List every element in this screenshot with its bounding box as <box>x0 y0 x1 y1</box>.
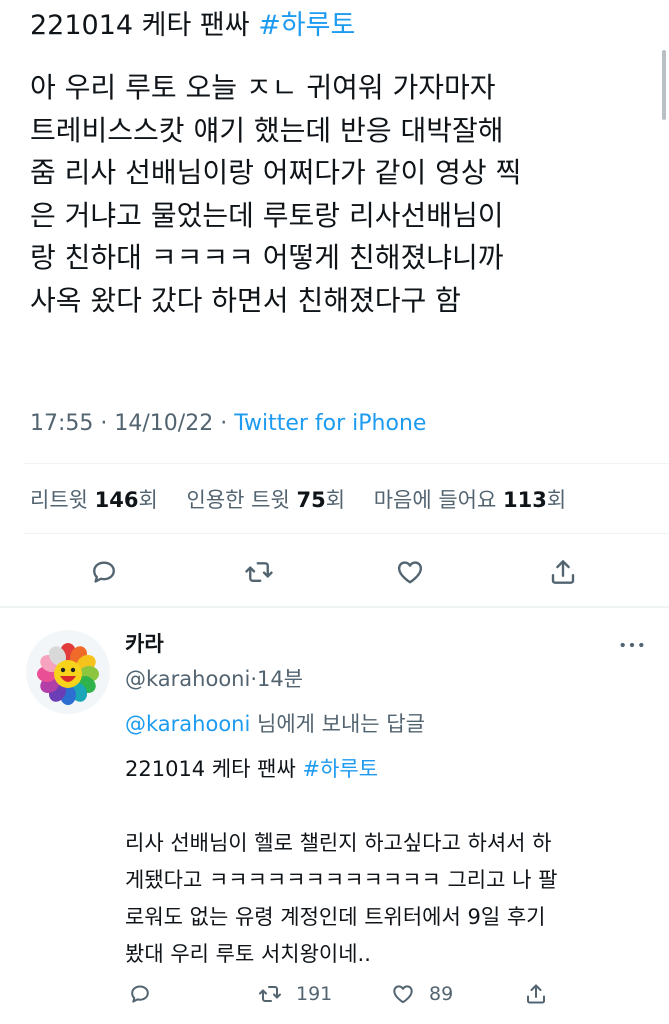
divider <box>24 533 669 534</box>
reply-text: 리사 선배님이 헬로 챌린지 하고싶다고 하셔서 하 게됐다고 ㅋㅋㅋㅋㅋㅋㅋㅋ… <box>125 831 558 966</box>
meta-separator: · <box>213 411 235 436</box>
tweet-title-text: 221014 케타 팬싸 <box>30 10 259 41</box>
reply-icon <box>93 561 115 583</box>
quote-unit: 회 <box>325 488 346 512</box>
reply-icon <box>131 985 149 1003</box>
reply-hashtag-link[interactable]: #하루토 <box>302 757 378 781</box>
heart-icon <box>393 985 413 1004</box>
reply-share-button[interactable] <box>524 976 548 1012</box>
tweet-time[interactable]: 17:55 <box>30 411 93 436</box>
retweet-count: 146 <box>94 488 139 512</box>
reply-retweet-count: 191 <box>296 983 333 1005</box>
retweet-button[interactable] <box>237 552 281 592</box>
tweet-actions <box>0 552 669 592</box>
heart-icon <box>397 561 423 584</box>
tweet-source-link[interactable]: Twitter for iPhone <box>234 411 426 436</box>
like-button[interactable] <box>388 552 432 592</box>
quote-stat[interactable]: 인용한 트윗 75회 <box>187 488 346 512</box>
quote-count: 75 <box>296 488 326 512</box>
reply-like-button[interactable]: 89 <box>391 976 453 1012</box>
time-separator: · <box>250 667 258 691</box>
share-icon <box>527 984 545 1004</box>
scrollbar-thumb[interactable] <box>662 50 666 120</box>
quote-stat-label: 인용한 트윗 <box>186 488 297 512</box>
tweet-text: 아 우리 루토 오늘 ㅈㄴ 귀여워 가자마자 트레비스스캇 얘기 했는데 반응 … <box>30 71 522 317</box>
reply-author-meta: @karahooni·14분 <box>125 662 303 696</box>
replying-to: @karahooni 님에게 보내는 답글 <box>125 707 425 741</box>
hashtag-link[interactable]: #하루토 <box>258 10 355 41</box>
divider <box>24 463 669 464</box>
share-button[interactable] <box>541 552 585 592</box>
reply-author-name[interactable]: 카라 <box>125 628 164 660</box>
tweet-meta: 17:55 · 14/10/22 · Twitter for iPhone <box>30 406 426 442</box>
section-divider <box>0 606 669 608</box>
flower-avatar-icon <box>37 643 99 705</box>
like-stat-label: 마음에 들어요 <box>373 488 503 512</box>
share-icon <box>551 560 575 584</box>
reply-time[interactable]: 14분 <box>257 667 303 691</box>
like-count: 113 <box>502 488 547 512</box>
tweet-stats: 리트윗 146회 인용한 트윗 75회 마음에 들어요 113회 <box>30 482 566 518</box>
reply-reply-button[interactable] <box>128 976 152 1012</box>
tweet-title-line: 221014 케타 팬싸 #하루토 <box>30 6 355 46</box>
retweet-stat[interactable]: 리트윗 146회 <box>30 488 158 512</box>
more-horizontal-icon <box>620 642 644 648</box>
reply-title-text: 221014 케타 팬싸 <box>125 757 303 781</box>
retweet-unit: 회 <box>138 488 158 512</box>
more-options-button[interactable] <box>612 630 652 660</box>
reply-author-handle[interactable]: @karahooni <box>125 667 250 691</box>
reply-like-count: 89 <box>429 983 454 1005</box>
reply-retweet-button[interactable]: 191 <box>258 976 332 1012</box>
meta-separator: · <box>93 411 115 436</box>
replying-to-suffix: 님에게 보내는 답글 <box>250 712 425 736</box>
tweet-date[interactable]: 14/10/22 <box>114 411 213 436</box>
like-unit: 회 <box>546 488 567 512</box>
replying-to-mention[interactable]: @karahooni <box>125 712 250 736</box>
like-stat[interactable]: 마음에 들어요 113회 <box>374 488 566 512</box>
avatar[interactable] <box>26 630 110 714</box>
reply-title-line: 221014 케타 팬싸 #하루토 <box>125 752 378 786</box>
retweet-icon <box>259 986 281 1002</box>
retweet-icon <box>245 562 273 582</box>
reply-button[interactable] <box>82 552 126 592</box>
retweet-stat-label: 리트윗 <box>30 488 95 512</box>
reply-actions: 191 89 <box>0 976 669 1012</box>
